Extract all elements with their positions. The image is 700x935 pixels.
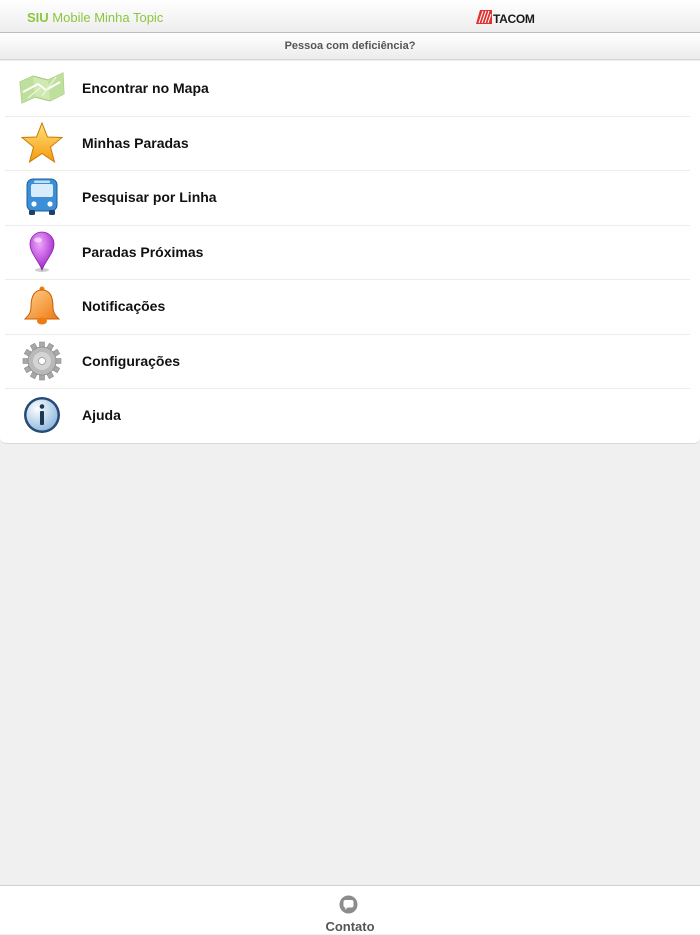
tacom-logo-text: TACOM bbox=[493, 11, 535, 26]
info-icon bbox=[17, 392, 67, 438]
chat-bubble-icon bbox=[339, 895, 358, 914]
menu-item-nearby-stops[interactable]: Paradas Próximas bbox=[0, 224, 700, 280]
menu-item-find-on-map[interactable]: Encontrar no Mapa bbox=[0, 61, 700, 116]
menu-item-label: Configurações bbox=[82, 352, 181, 369]
gear-icon bbox=[17, 338, 67, 384]
app-title-brand: SIU bbox=[27, 10, 49, 25]
menu-item-label: Paradas Próximas bbox=[82, 243, 204, 260]
tacom-logo-mark-icon bbox=[476, 10, 492, 24]
accessibility-link[interactable]: Pessoa com deficiência? bbox=[285, 40, 416, 52]
footer-bar: Contato bbox=[0, 885, 700, 934]
tacom-logo: TACOM bbox=[476, 9, 535, 26]
menu-item-label: Ajuda bbox=[82, 407, 121, 424]
location-pin-icon bbox=[17, 229, 67, 275]
map-icon bbox=[17, 65, 67, 111]
menu-item-label: Pesquisar por Linha bbox=[82, 189, 217, 206]
bus-icon bbox=[17, 174, 67, 220]
accessibility-bar[interactable]: Pessoa com deficiência? bbox=[0, 33, 700, 60]
menu-item-label: Notificações bbox=[82, 298, 166, 315]
header-bar: SIU Mobile Minha Topic TACOM bbox=[0, 0, 700, 33]
menu-item-notifications[interactable]: Notificações bbox=[0, 279, 700, 334]
menu-item-search-by-line[interactable]: Pesquisar por Linha bbox=[0, 170, 700, 225]
menu-item-my-stops[interactable]: Minhas Paradas bbox=[0, 115, 700, 171]
contact-button[interactable]: Contato bbox=[300, 886, 400, 935]
menu-item-settings[interactable]: Configurações bbox=[0, 333, 700, 389]
app-title: SIU Mobile Minha Topic bbox=[27, 10, 163, 25]
menu-item-help[interactable]: Ajuda bbox=[0, 388, 700, 443]
main-menu: Encontrar no Mapa Minhas Paradas Pesquis… bbox=[0, 61, 700, 444]
menu-item-label: Minhas Paradas bbox=[82, 134, 189, 151]
menu-item-label: Encontrar no Mapa bbox=[82, 80, 209, 97]
contact-label: Contato bbox=[325, 919, 375, 934]
app-title-rest: Mobile Minha Topic bbox=[48, 10, 164, 25]
bell-icon bbox=[17, 283, 67, 329]
star-icon bbox=[17, 120, 67, 166]
